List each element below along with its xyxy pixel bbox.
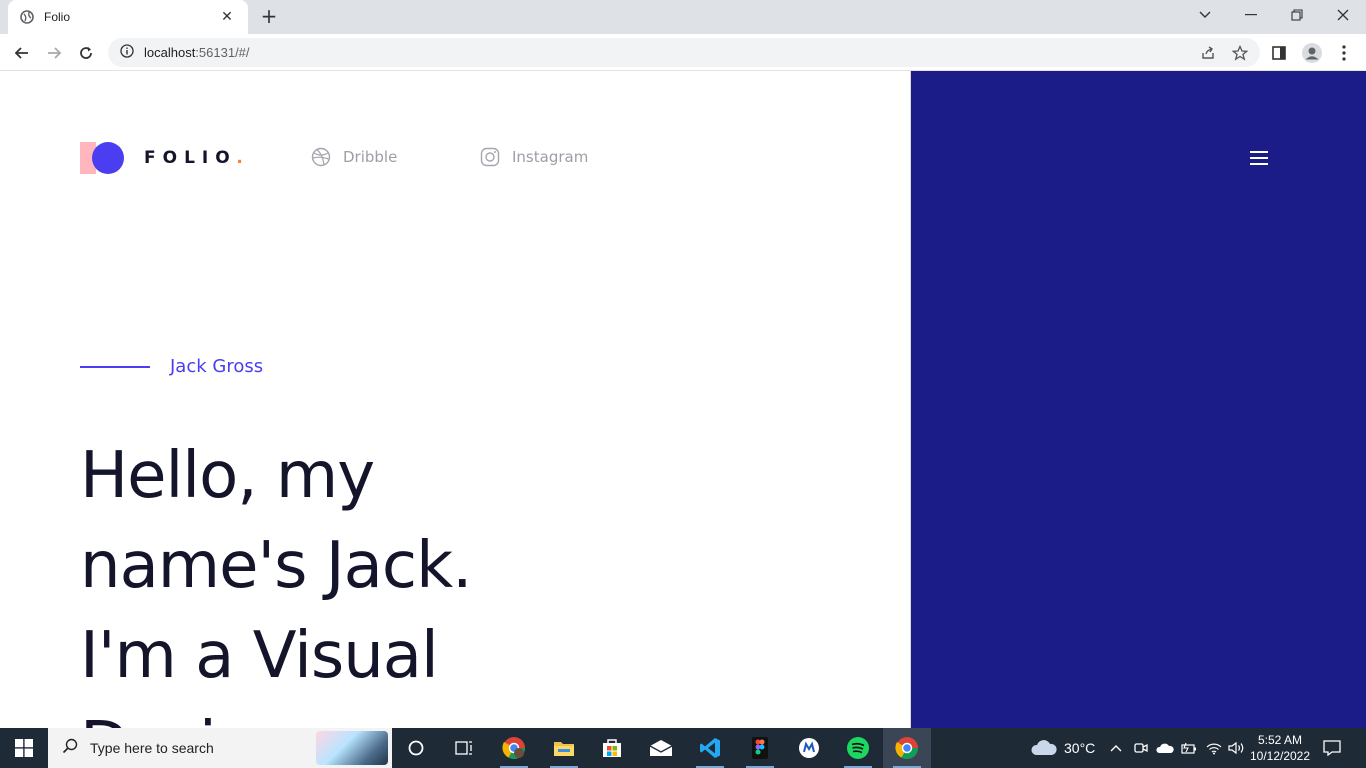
hero-line: I'm a Visual [80, 619, 439, 693]
clock-time: 5:52 AM [1257, 733, 1303, 747]
chrome-profile-app-icon[interactable] [490, 728, 538, 768]
search-placeholder: Type here to search [90, 740, 214, 756]
search-icon [62, 738, 78, 758]
window-close-icon[interactable] [1320, 0, 1366, 30]
windows-start-icon[interactable] [0, 728, 48, 768]
minimize-icon[interactable] [1228, 0, 1274, 30]
bookmark-star-icon[interactable] [1228, 41, 1252, 65]
meet-now-icon[interactable] [1134, 728, 1148, 768]
onedrive-icon[interactable] [1156, 728, 1174, 768]
weather-widget[interactable]: 30°C [1030, 728, 1095, 768]
microsoft-store-icon[interactable] [588, 728, 636, 768]
instagram-icon [480, 147, 500, 167]
hidden-icons-chevron-icon[interactable] [1110, 728, 1122, 768]
figma-icon[interactable] [736, 728, 784, 768]
browser-toolbar: localhost:56131/#/ [0, 34, 1366, 71]
file-explorer-icon[interactable] [540, 728, 588, 768]
cloud-weather-icon [1031, 740, 1057, 755]
spotify-icon[interactable] [834, 728, 882, 768]
logo-blue-circle [92, 142, 124, 174]
vscode-icon[interactable] [686, 728, 734, 768]
hero-line: Hello, my [80, 439, 375, 513]
chrome-icon[interactable] [883, 728, 931, 768]
tab-close-icon[interactable]: ✕ [218, 9, 236, 25]
search-highlight-image [316, 731, 388, 765]
restore-icon[interactable] [1274, 0, 1320, 30]
mail-icon[interactable] [637, 728, 685, 768]
browser-tab-strip: Folio ✕ + [0, 0, 1366, 34]
globe-icon [20, 10, 34, 24]
browser-tab[interactable]: Folio ✕ [8, 0, 248, 34]
tab-title: Folio [44, 10, 71, 24]
notification-center-icon[interactable] [1323, 728, 1341, 768]
dribbble-icon [311, 147, 331, 167]
nav-link-label: Instagram [512, 148, 589, 166]
writing-app-icon[interactable] [785, 728, 833, 768]
logo-wordmark: FOLIO. [144, 148, 250, 168]
system-clock[interactable]: 5:52 AM 10/12/2022 [1246, 732, 1314, 764]
menu-kebab-icon[interactable] [1332, 41, 1356, 65]
address-bar[interactable]: localhost:56131/#/ [108, 38, 1260, 67]
site-info-icon[interactable] [120, 43, 134, 62]
new-tab-button[interactable]: + [258, 6, 280, 27]
battery-icon[interactable] [1181, 728, 1197, 768]
volume-icon[interactable] [1228, 728, 1246, 768]
taskbar-search-box[interactable]: Type here to search [48, 728, 392, 768]
windows-taskbar: Type here to search 30°C 5:52 AM 10/12/2… [0, 728, 1366, 768]
profile-avatar-icon[interactable] [1300, 41, 1324, 65]
share-icon[interactable] [1196, 41, 1220, 65]
web-page: FOLIO. Dribble Instagram Jack Gross Hell… [0, 71, 1366, 728]
back-arrow-icon[interactable] [10, 41, 34, 65]
folio-logo[interactable]: FOLIO. [80, 142, 250, 174]
name-accent-line [80, 366, 150, 368]
reload-icon[interactable] [74, 41, 98, 65]
hero-right-panel [910, 71, 1366, 728]
wifi-icon[interactable] [1206, 728, 1222, 768]
forward-arrow-icon[interactable] [42, 41, 66, 65]
side-panel-icon[interactable] [1267, 41, 1291, 65]
url-text: localhost:56131/#/ [144, 45, 250, 60]
nav-link-instagram[interactable]: Instagram [480, 147, 588, 167]
hero-heading: Hello, my name's Jack. I'm a Visual Desi [80, 431, 640, 728]
task-view-icon[interactable] [440, 728, 488, 768]
hamburger-menu-icon[interactable] [1250, 151, 1268, 165]
nav-link-label: Dribble [343, 148, 398, 166]
tab-search-chevron-icon[interactable] [1182, 0, 1228, 30]
weather-temperature: 30°C [1064, 740, 1096, 756]
author-name: Jack Gross [170, 356, 264, 377]
hero-left-panel: FOLIO. Dribble Instagram Jack Gross Hell… [0, 71, 910, 728]
cortana-icon[interactable] [392, 728, 440, 768]
hero-line: Desi [80, 701, 640, 728]
hero-line: name's Jack. [80, 529, 472, 603]
nav-link-dribbble[interactable]: Dribble [311, 147, 397, 167]
clock-date: 10/12/2022 [1249, 749, 1311, 763]
